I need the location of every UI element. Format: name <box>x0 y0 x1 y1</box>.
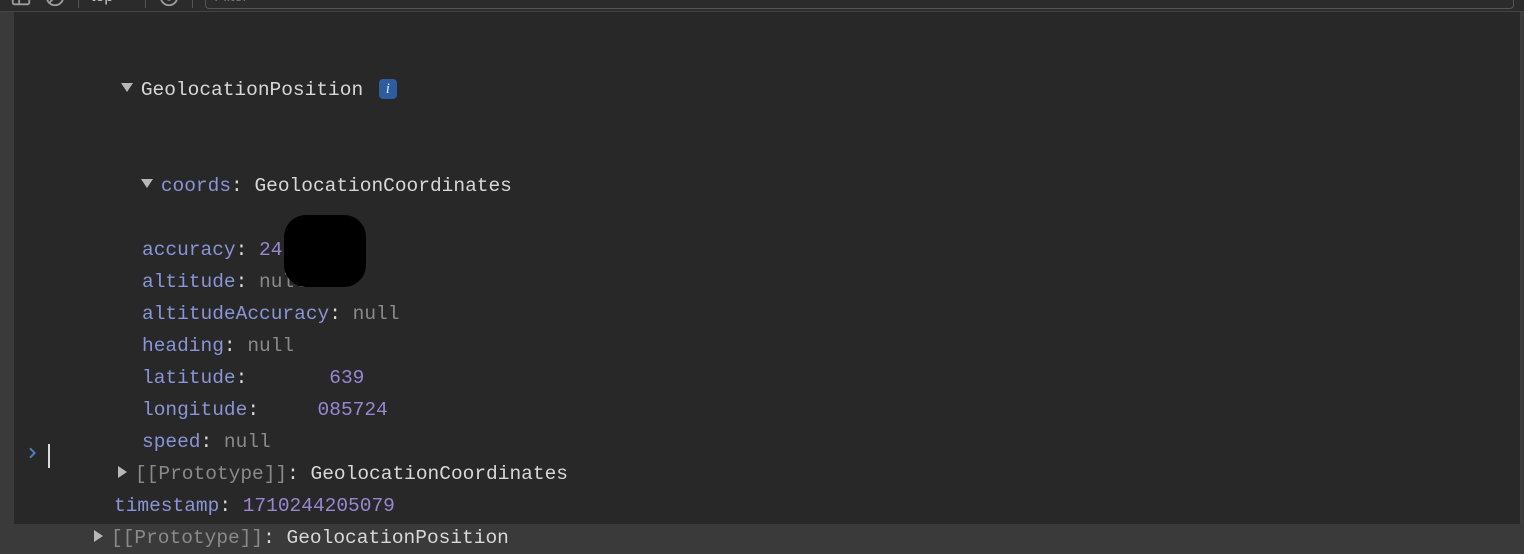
property-row-heading[interactable]: heading: null <box>14 330 1520 362</box>
property-row-altitude-accuracy[interactable]: altitudeAccuracy: null <box>14 298 1520 330</box>
property-key: heading <box>142 335 224 357</box>
property-key: latitude <box>142 367 236 389</box>
property-key: longitude <box>142 399 247 421</box>
colon: : <box>329 303 352 325</box>
expand-toggle-icon[interactable] <box>121 83 133 92</box>
colon: : <box>247 399 317 421</box>
expand-toggle-icon[interactable] <box>141 179 153 188</box>
property-value-typename: GeolocationCoordinates <box>311 463 568 485</box>
property-value: null <box>224 431 271 453</box>
toolbar-separator <box>192 0 193 8</box>
colon: : <box>287 463 310 485</box>
expand-toggle-icon[interactable] <box>118 466 127 478</box>
clear-console-icon[interactable] <box>44 0 66 8</box>
property-row-coords-prototype[interactable]: [[Prototype]]: GeolocationCoordinates <box>14 458 1520 490</box>
console-prompt[interactable] <box>24 444 50 468</box>
console-output: GeolocationPosition i coords: Geolocatio… <box>14 12 1522 524</box>
property-key: altitude <box>142 271 236 293</box>
chevron-right-icon <box>24 445 40 467</box>
colon: : <box>236 271 259 293</box>
property-key: timestamp <box>114 495 219 517</box>
colon: : <box>236 367 330 389</box>
property-row-coords[interactable]: coords: GeolocationCoordinates <box>14 138 1520 234</box>
info-icon[interactable]: i <box>379 79 397 99</box>
property-key: altitudeAccuracy <box>142 303 329 325</box>
live-expression-icon[interactable] <box>158 0 180 8</box>
property-row-root-prototype[interactable]: [[Prototype]]: GeolocationPosition <box>14 522 1520 554</box>
property-value: null <box>247 335 294 357</box>
colon: : <box>201 431 224 453</box>
object-typename: GeolocationPosition <box>141 79 363 101</box>
filter-input[interactable] <box>205 0 1514 9</box>
property-value-typename: GeolocationCoordinates <box>254 175 511 197</box>
expand-toggle-icon[interactable] <box>94 530 103 542</box>
property-key: accuracy <box>142 239 236 261</box>
text-caret <box>48 444 50 468</box>
property-key: [[Prototype]] <box>135 463 287 485</box>
property-key: speed <box>142 431 201 453</box>
property-value: 1710244205079 <box>243 495 395 517</box>
property-row-latitude[interactable]: latitude: 639 <box>14 362 1520 394</box>
toggle-sidebar-icon[interactable] <box>10 0 32 8</box>
property-row-timestamp[interactable]: timestamp: 1710244205079 <box>14 490 1520 522</box>
property-value-partial: 639 <box>329 367 364 389</box>
property-key: coords <box>161 175 231 197</box>
toolbar-separator <box>145 0 146 8</box>
colon: : <box>224 335 247 357</box>
property-row-altitude[interactable]: altitude: null <box>14 266 1520 298</box>
context-selector[interactable]: top <box>91 0 113 6</box>
colon: : <box>236 239 259 261</box>
toolbar-separator <box>78 0 79 8</box>
property-row-longitude[interactable]: longitude: 085724 <box>14 394 1520 426</box>
property-row-speed[interactable]: speed: null <box>14 426 1520 458</box>
chevron-down-icon[interactable] <box>119 0 133 8</box>
property-value-partial: 085724 <box>318 399 388 421</box>
colon: : <box>219 495 242 517</box>
console-toolbar: top <box>0 0 1524 12</box>
object-root-row[interactable]: GeolocationPosition i <box>14 42 1520 138</box>
property-key: [[Prototype]] <box>111 527 263 549</box>
property-value: null <box>353 303 400 325</box>
property-value-typename: GeolocationPosition <box>287 527 509 549</box>
redaction-overlay <box>284 215 366 287</box>
colon: : <box>231 175 254 197</box>
colon: : <box>263 527 286 549</box>
property-row-accuracy[interactable]: accuracy: 24.069 <box>14 234 1520 266</box>
